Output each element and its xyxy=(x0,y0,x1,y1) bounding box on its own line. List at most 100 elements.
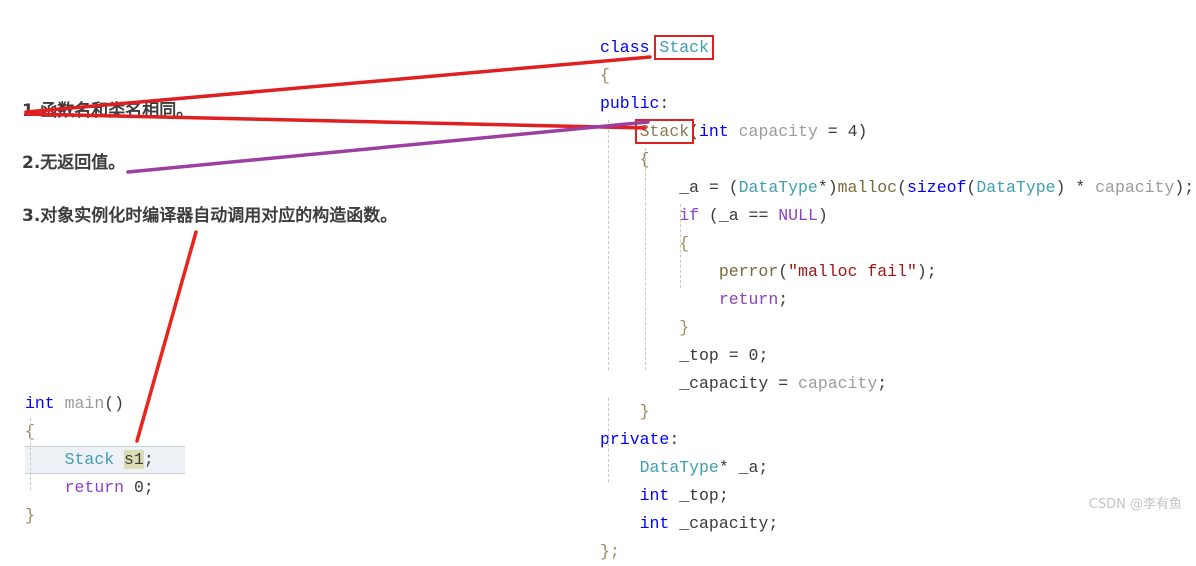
code-token: int xyxy=(639,514,670,533)
class-code-block: class Stack{public: Stack(int capacity =… xyxy=(600,34,1194,566)
highlighted-token-stack: Stack xyxy=(654,35,714,60)
code-token: if xyxy=(679,206,700,225)
code-token: int xyxy=(25,394,55,413)
annotation-note-1: 1.函数名和类名相同。 xyxy=(22,101,194,121)
class-code-line: private: xyxy=(600,426,1194,454)
class-code-line: { xyxy=(600,62,1194,90)
code-token: *) xyxy=(817,178,838,197)
main-code-line: int main() xyxy=(25,390,185,418)
code-token: DataType xyxy=(639,458,719,477)
class-code-line: Stack(int capacity = 4) xyxy=(600,118,1194,146)
code-token: sizeof xyxy=(906,178,967,197)
main-code-line: { xyxy=(25,418,185,446)
code-token: main xyxy=(64,394,105,413)
class-code-line: perror("malloc fail"); xyxy=(600,258,1194,286)
code-token: _top = xyxy=(600,346,749,365)
indent-guide xyxy=(645,148,646,370)
code-token: ( xyxy=(778,262,789,281)
code-token: int xyxy=(699,122,729,141)
highlighted-token-stack: Stack xyxy=(634,119,695,144)
code-token: capacity xyxy=(798,374,878,393)
class-code-line: } xyxy=(600,314,1194,342)
main-code-block: int main(){ Stack s1; return 0;} xyxy=(25,390,185,530)
class-code-line: _a = (DataType*)malloc(sizeof(DataType) … xyxy=(600,174,1194,202)
code-token: return xyxy=(718,290,779,309)
code-token: class xyxy=(600,38,660,57)
code-token: = xyxy=(817,122,848,141)
code-token: int xyxy=(639,486,670,505)
code-token: ) xyxy=(857,122,868,141)
code-token: ); xyxy=(916,262,937,281)
class-code-line: { xyxy=(600,230,1194,258)
note2-to-constructor xyxy=(126,120,650,174)
code-token: ( xyxy=(966,178,977,197)
main-code-line: } xyxy=(25,502,185,530)
class-code-line: if (_a == NULL) xyxy=(600,202,1194,230)
main-code-line: return 0; xyxy=(25,474,185,502)
code-token: capacity xyxy=(1095,178,1175,197)
code-token: ) * xyxy=(1055,178,1096,197)
annotation-note-3: 3.对象实例化时编译器自动调用对应的构造函数。 xyxy=(22,206,398,226)
code-token: : xyxy=(669,430,680,449)
indent-guide xyxy=(680,204,681,288)
code-token: * _a; xyxy=(718,458,769,477)
code-token: "malloc fail" xyxy=(788,262,917,281)
class-code-line: public: xyxy=(600,90,1194,118)
code-token: _top; xyxy=(669,486,729,505)
class-code-line: } xyxy=(600,398,1194,426)
code-token: ; xyxy=(143,450,154,469)
code-token: malloc xyxy=(837,178,898,197)
csdn-watermark: CSDN @李有鱼 xyxy=(1088,497,1182,512)
code-token: return xyxy=(64,478,125,497)
code-token: ); xyxy=(1174,178,1195,197)
indent-guide xyxy=(30,418,31,490)
code-token: (_a == xyxy=(699,206,779,225)
code-token: ( xyxy=(897,178,907,197)
code-token: _a = ( xyxy=(600,178,739,197)
class-code-line: _top = 0; xyxy=(600,342,1194,370)
code-token: ( xyxy=(689,122,700,141)
code-token: private xyxy=(600,430,670,449)
indent-guide xyxy=(608,398,609,482)
code-token: ) xyxy=(817,206,828,225)
code-token: }; xyxy=(600,542,620,561)
code-token: DataType xyxy=(976,178,1056,197)
code-token: { xyxy=(600,66,610,85)
code-token: () xyxy=(104,394,125,413)
code-token: } xyxy=(25,506,35,525)
code-token: NULL xyxy=(778,206,818,225)
code-token: ; xyxy=(778,290,789,309)
highlighted-line: Stack s1; xyxy=(25,446,185,474)
code-token: DataType xyxy=(738,178,818,197)
class-code-line: int _capacity; xyxy=(600,510,1194,538)
annotation-note-2: 2.无返回值。 xyxy=(22,153,126,173)
code-token: ; xyxy=(143,478,154,497)
code-token: ; xyxy=(877,374,888,393)
code-token: 0 xyxy=(748,346,759,365)
selected-token-s1: s1 xyxy=(124,450,144,469)
code-token: : xyxy=(659,94,670,113)
class-code-line: DataType* _a; xyxy=(600,454,1194,482)
code-token: _capacity = xyxy=(600,374,799,393)
code-token: capacity xyxy=(738,122,818,141)
code-token: _capacity; xyxy=(669,514,779,533)
code-token: Stack xyxy=(64,450,115,469)
class-code-line: { xyxy=(600,146,1194,174)
indent-guide xyxy=(608,120,609,370)
code-token: ; xyxy=(758,346,769,365)
code-token: 0 xyxy=(133,478,144,497)
class-code-line: }; xyxy=(600,538,1194,566)
code-token: public xyxy=(600,94,660,113)
class-code-line: _capacity = capacity; xyxy=(600,370,1194,398)
